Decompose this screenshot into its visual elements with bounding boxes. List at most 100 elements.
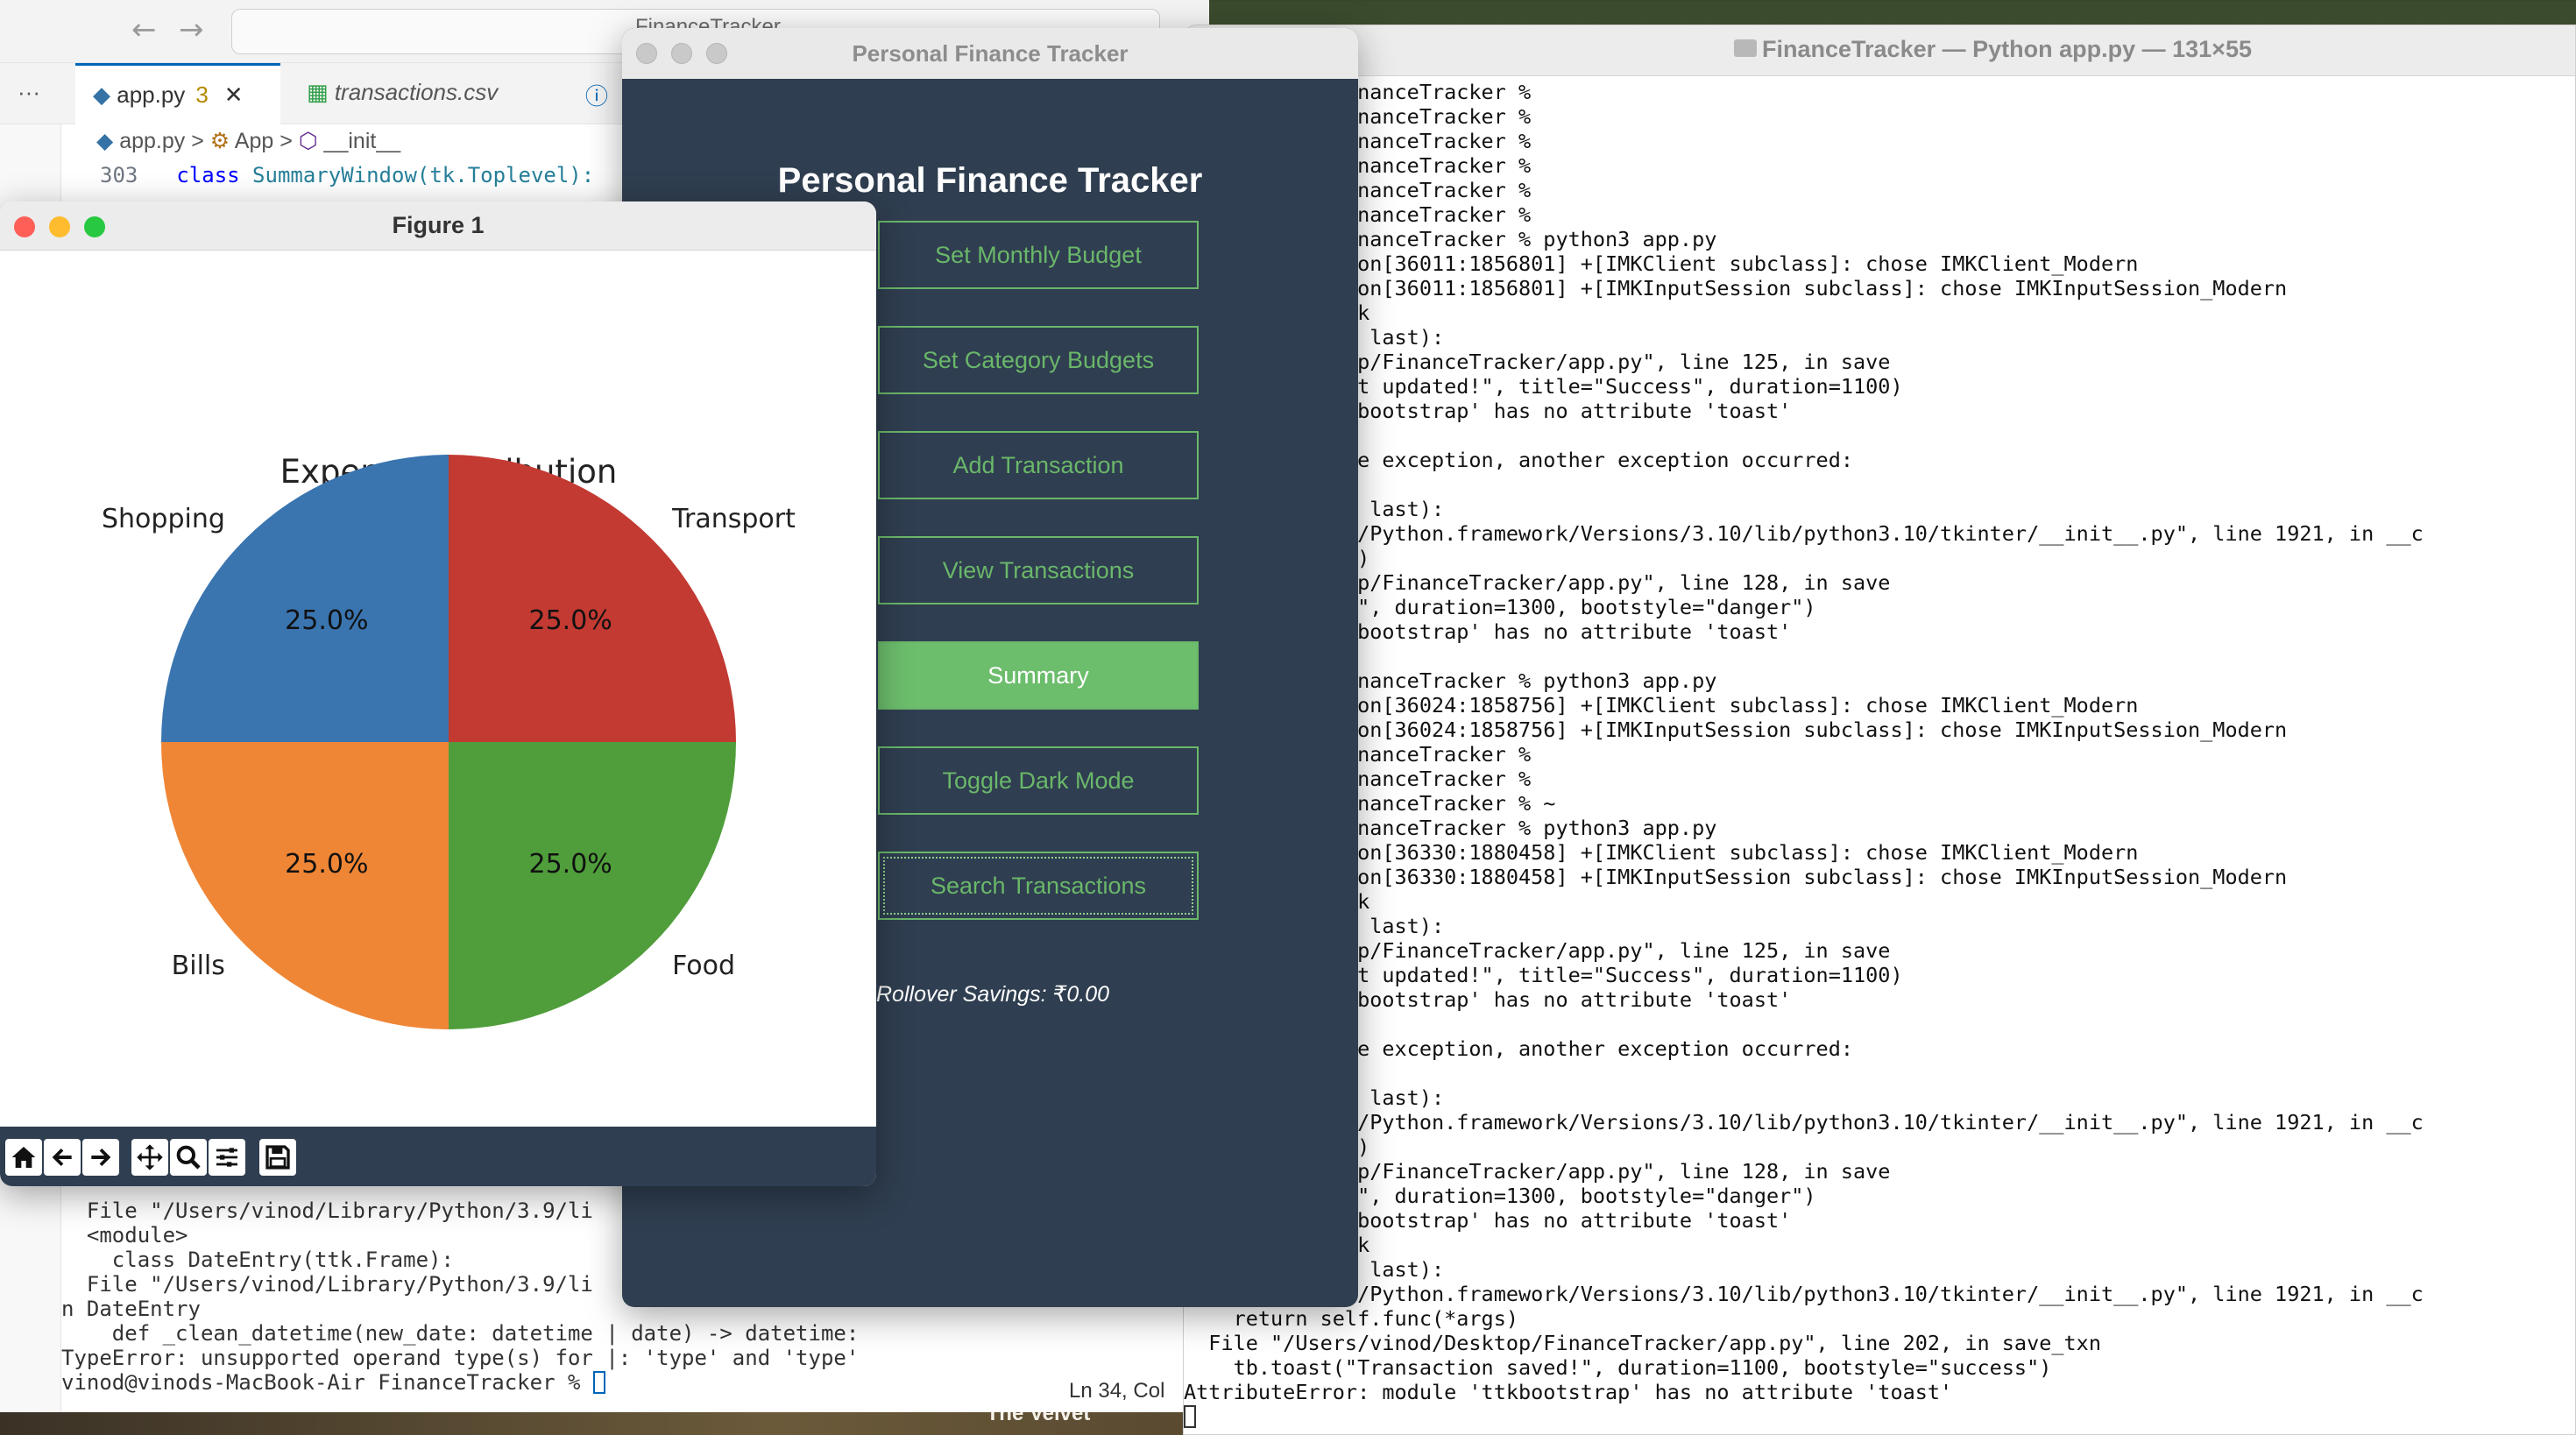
pie-slice-bills [161, 742, 449, 1029]
terminal-line: MacBook-Air FinanceTracker % [1184, 80, 1532, 104]
more-actions-icon[interactable]: ··· [18, 79, 40, 106]
terminal-title: FinanceTracker — Python app.py — 131×55 [1762, 36, 2252, 62]
terminal-line: MacBook-Air FinanceTracker % python3 app… [1184, 668, 1717, 693]
terminal-line: 02:27.289 Python[36024:1858756] +[IMKCli… [1184, 693, 2139, 718]
code-text: SummaryWindow(tk.Toplevel): [239, 163, 595, 187]
terminal-line: 'Monthly budget updated!", title="Succes… [1184, 963, 1903, 987]
terminal-line: MacBook-Air FinanceTracker % ~ [1184, 791, 1556, 816]
terminal-output[interactable]: MacBook-Air FinanceTracker %MacBook-Air … [1184, 80, 2575, 1429]
pie-percent-label: 25.0% [285, 849, 368, 880]
back-arrow-icon[interactable]: ← [131, 12, 157, 47]
terminal-line: tb.toast("Transaction saved!", duration=… [1184, 1355, 2052, 1380]
finance-titlebar: Personal Finance Tracker [622, 28, 1358, 79]
terminal-line: MacBook-Air FinanceTracker % [1184, 767, 1532, 791]
terminal-titlebar: FinanceTracker — Python app.py — 131×55 [1184, 25, 2575, 76]
pie-percent-label: 25.0% [529, 605, 612, 636]
terminal-cursor [1184, 1404, 2575, 1429]
pie-percent-label: 25.0% [529, 849, 612, 880]
tab-app-py[interactable]: ◆ app.py 3 ✕ [75, 63, 280, 124]
toggle-dark-mode-button[interactable]: Toggle Dark Mode [878, 746, 1199, 815]
terminal-window: FinanceTracker — Python app.py — 131×55 … [1183, 25, 2576, 1435]
method-symbol-icon: ⬡ [298, 129, 318, 153]
terminal-line: def _clean_datetime(new_date: datetime |… [61, 1321, 860, 1346]
terminal-line: MacBook-Air FinanceTracker % [1184, 202, 1532, 227]
back-icon[interactable] [44, 1139, 81, 1176]
tab-label: app.py [117, 81, 186, 108]
terminal-line: elf.func(*args) [1184, 546, 2575, 570]
terminal-line: 02:27.289 Python[36024:1858756] +[IMKInp… [1184, 718, 2288, 742]
pie-slice-food [449, 742, 736, 1029]
csv-file-icon: ▦ [307, 79, 329, 105]
pie-category-label: Bills [172, 951, 225, 981]
pan-icon[interactable] [131, 1139, 168, 1176]
terminal-line: r: module 'ttkbootstrap' has no attribut… [1184, 619, 1792, 644]
terminal-line: AttributeError: module 'ttkbootstrap' ha… [1184, 1380, 1953, 1404]
terminal-line: ng of the above exception, another excep… [1184, 1036, 1854, 1061]
terminal-line: ary/Frameworks/Python.framework/Versions… [1184, 1282, 2424, 1306]
terminal-line: s/vinod/Desktop/FinanceTracker/app.py", … [1184, 350, 1891, 374]
terminal-line: 57:48.893 Python[36011:1856801] +[IMKCli… [1184, 251, 2139, 276]
terminal-line: MacBook-Air FinanceTracker % [1184, 178, 1532, 202]
breadcrumb-separator: > [280, 129, 293, 153]
terminal-line: r: module 'ttkbootstrap' has no attribut… [1184, 987, 1792, 1012]
pie-category-label: Shopping [102, 504, 225, 534]
terminal-line: 34:41.643 Python[36330:1880458] +[IMKCli… [1184, 840, 2139, 865]
breadcrumb-separator: > [191, 129, 204, 153]
terminal-line: 57:48.893 Python[36011:1856801] +[IMKInp… [1184, 276, 2288, 300]
close-tab-icon[interactable]: ✕ [224, 81, 244, 108]
terminal-line: r: module 'ttkbootstrap' has no attribut… [1184, 399, 1792, 423]
search-transactions-button[interactable]: Search Transactions [878, 852, 1199, 920]
terminal-line: s/vinod/Desktop/FinanceTracker/app.py", … [1184, 938, 1891, 963]
terminal-line: st recent call last): [1184, 1085, 1445, 1110]
python-file-icon: ◆ [96, 129, 114, 153]
set-category-budgets-button[interactable]: Set Category Budgets [878, 326, 1199, 394]
terminal-line: File "/Users/vinod/Desktop/FinanceTracke… [1184, 1331, 2101, 1355]
forward-icon[interactable] [82, 1139, 119, 1176]
summary-button[interactable]: Summary [878, 641, 1199, 710]
terminal-line: st recent call last): [1184, 497, 1445, 521]
pie-category-label: Transport [671, 504, 796, 534]
page-title: Personal Finance Tracker [777, 161, 1203, 200]
rollover-savings-label: Rollover Savings: ₹0.00 [876, 982, 1110, 1007]
terminal-line: ary/Frameworks/Python.framework/Versions… [1184, 1110, 2424, 1135]
terminal-prompt-row: vinod@vinods-MacBook-Air FinanceTracker … [61, 1370, 1025, 1395]
pie-slice-transport [449, 455, 736, 742]
info-icon[interactable]: ⓘ [585, 79, 608, 111]
terminal-line: MacBook-Air FinanceTracker % python3 app… [1184, 816, 1717, 840]
terminal-line: MacBook-Air FinanceTracker % [1184, 153, 1532, 178]
view-transactions-button[interactable]: View Transactions [878, 536, 1199, 604]
class-symbol-icon: ⚙ [209, 129, 230, 153]
set-monthly-budget-button[interactable]: Set Monthly Budget [878, 221, 1199, 289]
terminal-line: s/vinod/Desktop/FinanceTracker/app.py", … [1184, 1159, 1891, 1184]
breadcrumb-member[interactable]: __init__ [324, 129, 401, 153]
tab-transactions-csv[interactable]: ▦ transactions.csv [289, 63, 552, 124]
code-line[interactable]: 303 class SummaryWindow(tk.Toplevel): [100, 163, 594, 187]
terminal-line: MacBook-Air FinanceTracker % [1184, 129, 1532, 153]
terminal-prompt: vinod@vinods-MacBook-Air FinanceTracker … [61, 1370, 593, 1395]
finance-window-title: Personal Finance Tracker [852, 40, 1129, 67]
python-file-icon: ◆ [93, 81, 110, 108]
problems-badge: 3 [195, 81, 209, 108]
zoom-icon[interactable] [170, 1139, 207, 1176]
figure-titlebar: Figure 1 [0, 201, 876, 251]
forward-arrow-icon[interactable]: → [179, 12, 204, 47]
breadcrumb-file[interactable]: app.py [119, 129, 185, 153]
terminal-line: 'Invalid value", duration=1300, bootstyl… [1184, 1184, 1816, 1208]
save-icon[interactable] [259, 1139, 296, 1176]
terminal-line: st recent call last): [1184, 914, 1445, 938]
configure-icon[interactable] [209, 1139, 245, 1176]
tab-label: transactions.csv [334, 79, 499, 105]
terminal-line: MacBook-Air FinanceTracker % python3 app… [1184, 227, 1717, 251]
add-transaction-button[interactable]: Add Transaction [878, 431, 1199, 499]
terminal-cursor [592, 1371, 605, 1394]
folder-icon [1734, 39, 1757, 57]
terminal-line: r: module 'ttkbootstrap' has no attribut… [1184, 1208, 1792, 1233]
terminal-line: TypeError: unsupported operand type(s) f… [61, 1346, 860, 1370]
line-number: 303 [100, 163, 138, 187]
pie-percent-label: 25.0% [285, 605, 368, 636]
breadcrumb-class[interactable]: App [235, 129, 273, 153]
home-icon[interactable] [5, 1139, 42, 1176]
